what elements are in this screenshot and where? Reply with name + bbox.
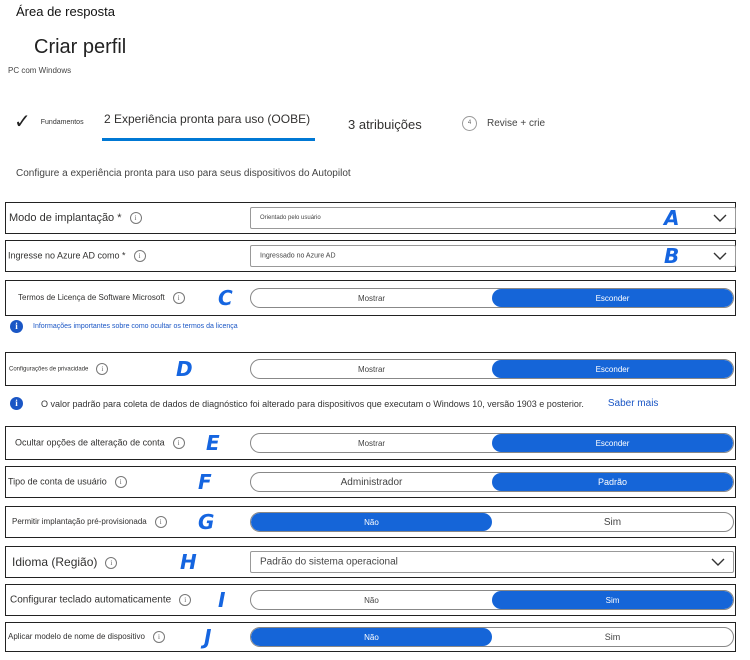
- page-subtitle: PC com Windows: [8, 66, 72, 75]
- annotation-letter-e: E: [206, 431, 220, 455]
- license-info-note: i Informações importantes sobre como ocu…: [10, 320, 238, 333]
- preprovisioned-label: Permitir implantação pré-provisionada i: [12, 516, 167, 528]
- user-account-type-toggle[interactable]: Administrador Padrão: [250, 472, 734, 492]
- preprovisioned-row: Permitir implantação pré-provisionada i G…: [5, 506, 736, 538]
- info-icon[interactable]: i: [105, 556, 118, 569]
- step-basics[interactable]: ✓ Fundamentos: [14, 112, 84, 132]
- user-account-type-row: Tipo de conta de usuário i F Administrado…: [5, 466, 736, 498]
- join-azure-row: Ingresse no Azure AD como * i Ingressado …: [5, 240, 736, 272]
- info-icon[interactable]: i: [114, 476, 127, 488]
- privacy-toggle[interactable]: Mostrar Esconder: [250, 359, 734, 379]
- device-name-option-no[interactable]: Não: [251, 628, 492, 646]
- chevron-down-icon: [713, 252, 727, 260]
- info-icon[interactable]: i: [129, 212, 142, 225]
- license-terms-toggle[interactable]: Mostrar Esconder: [250, 288, 734, 308]
- hide-account-change-label: Ocultar opções de alteração de conta i: [15, 437, 185, 449]
- user-account-type-label: Tipo de conta de usuário i: [8, 476, 127, 488]
- info-icon[interactable]: i: [133, 250, 146, 262]
- chevron-down-icon: [711, 558, 725, 566]
- language-value: Padrão do sistema operacional: [260, 556, 398, 568]
- annotation-letter-c: C: [218, 286, 233, 310]
- info-icon[interactable]: i: [96, 363, 109, 375]
- info-icon[interactable]: i: [172, 292, 185, 304]
- hide-account-change-option-show[interactable]: Mostrar: [251, 434, 492, 452]
- privacy-option-show[interactable]: Mostrar: [251, 360, 492, 378]
- language-row: Idioma (Região) i H Padrão do sistema ope…: [5, 546, 736, 578]
- keyboard-row: Configurar teclado automaticamente i I Nã…: [5, 584, 736, 616]
- license-terms-option-hide[interactable]: Esconder: [492, 289, 733, 307]
- deployment-mode-value: Orientado pelo usuário: [260, 215, 321, 221]
- license-terms-label: Termos de Licença de Software Microsoft i: [18, 292, 185, 304]
- language-label: Idioma (Região) i: [12, 555, 118, 569]
- info-icon[interactable]: i: [172, 437, 185, 449]
- info-icon[interactable]: i: [179, 594, 192, 606]
- diagnostic-note-text: O valor padrão para coleta de dados de d…: [41, 398, 584, 409]
- checkmark-icon: ✓: [14, 111, 31, 133]
- language-dropdown[interactable]: Padrão do sistema operacional: [250, 551, 734, 573]
- annotation-letter-a: A: [664, 206, 680, 230]
- user-account-type-option-admin[interactable]: Administrador: [251, 473, 492, 491]
- info-icon[interactable]: i: [152, 631, 165, 643]
- device-name-label: Aplicar modelo de nome de dispositivo i: [8, 631, 165, 643]
- info-icon: i: [10, 320, 23, 333]
- keyboard-option-yes[interactable]: Sim: [492, 591, 733, 609]
- annotation-letter-b: B: [664, 244, 680, 268]
- preprovisioned-toggle[interactable]: Não Sim: [250, 512, 734, 532]
- join-azure-value: Ingressado no Azure AD: [260, 252, 336, 260]
- step-review-create[interactable]: 4 Revise + crie: [462, 116, 545, 131]
- hide-account-change-row: Ocultar opções de alteração de conta i E …: [5, 426, 736, 460]
- page-title: Criar perfil: [34, 36, 127, 58]
- hide-account-change-toggle[interactable]: Mostrar Esconder: [250, 433, 734, 453]
- user-account-type-option-standard[interactable]: Padrão: [492, 473, 733, 491]
- license-info-link[interactable]: Informações importantes sobre como ocult…: [33, 323, 238, 330]
- step-assignments-label: 3 atribuições: [348, 117, 422, 132]
- license-terms-option-show[interactable]: Mostrar: [251, 289, 492, 307]
- answer-area-heading: Área de resposta: [16, 4, 116, 19]
- annotation-letter-j: J: [204, 625, 212, 649]
- step-number-circle: 4: [462, 116, 477, 131]
- privacy-label: Configurações de privacidade i: [9, 363, 109, 375]
- privacy-option-hide[interactable]: Esconder: [492, 360, 733, 378]
- info-icon: i: [10, 397, 23, 410]
- annotation-letter-h: H: [180, 550, 197, 574]
- step-assignments[interactable]: 3 atribuições: [348, 117, 422, 132]
- deployment-mode-row: Modo de implantação * i Orientado pelo us…: [5, 202, 736, 234]
- privacy-row: Configurações de privacidade i D Mostrar …: [5, 352, 736, 386]
- chevron-down-icon: [713, 214, 727, 222]
- preprovisioned-option-no[interactable]: Não: [251, 513, 492, 531]
- active-step-indicator: [102, 138, 315, 141]
- annotation-letter-g: G: [198, 510, 215, 534]
- learn-more-link[interactable]: Saber mais: [608, 398, 659, 409]
- info-icon[interactable]: i: [154, 516, 167, 528]
- keyboard-option-no[interactable]: Não: [251, 591, 492, 609]
- hide-account-change-option-hide[interactable]: Esconder: [492, 434, 733, 452]
- join-azure-label: Ingresse no Azure AD como * i: [8, 250, 146, 262]
- device-name-toggle[interactable]: Não Sim: [250, 627, 734, 647]
- license-terms-row: Termos de Licença de Software Microsoft i…: [5, 280, 736, 316]
- step-oobe-label: 2 Experiência pronta para uso (OOBE): [104, 112, 311, 126]
- annotation-letter-i: I: [218, 588, 226, 612]
- device-name-row: Aplicar modelo de nome de dispositivo i J…: [5, 622, 736, 652]
- device-name-option-yes[interactable]: Sim: [492, 628, 733, 646]
- step-basics-label: Fundamentos: [40, 118, 84, 126]
- step-oobe[interactable]: 2 Experiência pronta para uso (OOBE): [104, 112, 310, 126]
- keyboard-label: Configurar teclado automaticamente i: [10, 594, 192, 606]
- intro-text: Configure a experiência pronta para uso …: [16, 168, 351, 179]
- annotation-letter-f: F: [198, 470, 212, 494]
- deployment-mode-label: Modo de implantação * i: [9, 212, 142, 225]
- annotation-letter-d: D: [176, 357, 193, 381]
- preprovisioned-option-yes[interactable]: Sim: [492, 513, 733, 531]
- diagnostic-note: i O valor padrão para coleta de dados de…: [10, 397, 658, 410]
- step-review-label: Revise + crie: [487, 118, 546, 129]
- keyboard-toggle[interactable]: Não Sim: [250, 590, 734, 610]
